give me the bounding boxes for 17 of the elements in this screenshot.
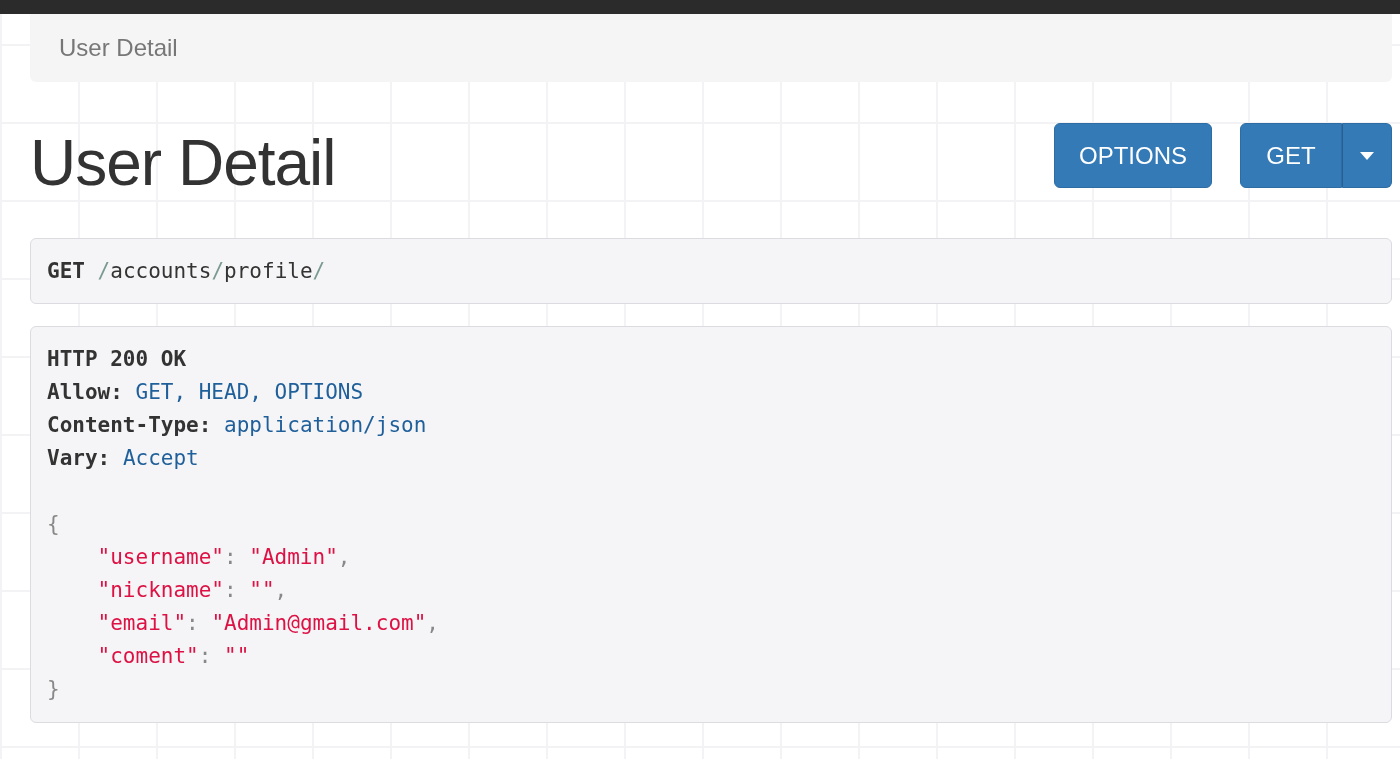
json-line: "username": "Admin",	[97, 544, 352, 571]
json-line: "coment": ""	[97, 643, 251, 670]
json-line: "email": "Admin@gmail.com",	[97, 610, 440, 637]
get-button[interactable]: GET	[1240, 123, 1342, 188]
request-line: GET /accounts/profile/	[47, 257, 326, 285]
breadcrumb-item[interactable]: User Detail	[59, 34, 178, 62]
json-line: {	[47, 511, 61, 538]
json-line: }	[47, 676, 61, 703]
header-line: Allow: GET, HEAD, OPTIONS	[47, 379, 365, 406]
status-line: HTTP 200 OK	[47, 346, 188, 373]
page-title: User Detail	[30, 126, 336, 200]
options-button[interactable]: OPTIONS	[1054, 123, 1212, 188]
json-line: "nickname": "",	[97, 577, 289, 604]
dropdown-toggle-button[interactable]	[1342, 123, 1392, 188]
header-line: Content-Type: application/json	[47, 412, 428, 439]
header-line: Vary: Accept	[47, 445, 200, 472]
caret-icon	[1360, 151, 1374, 160]
